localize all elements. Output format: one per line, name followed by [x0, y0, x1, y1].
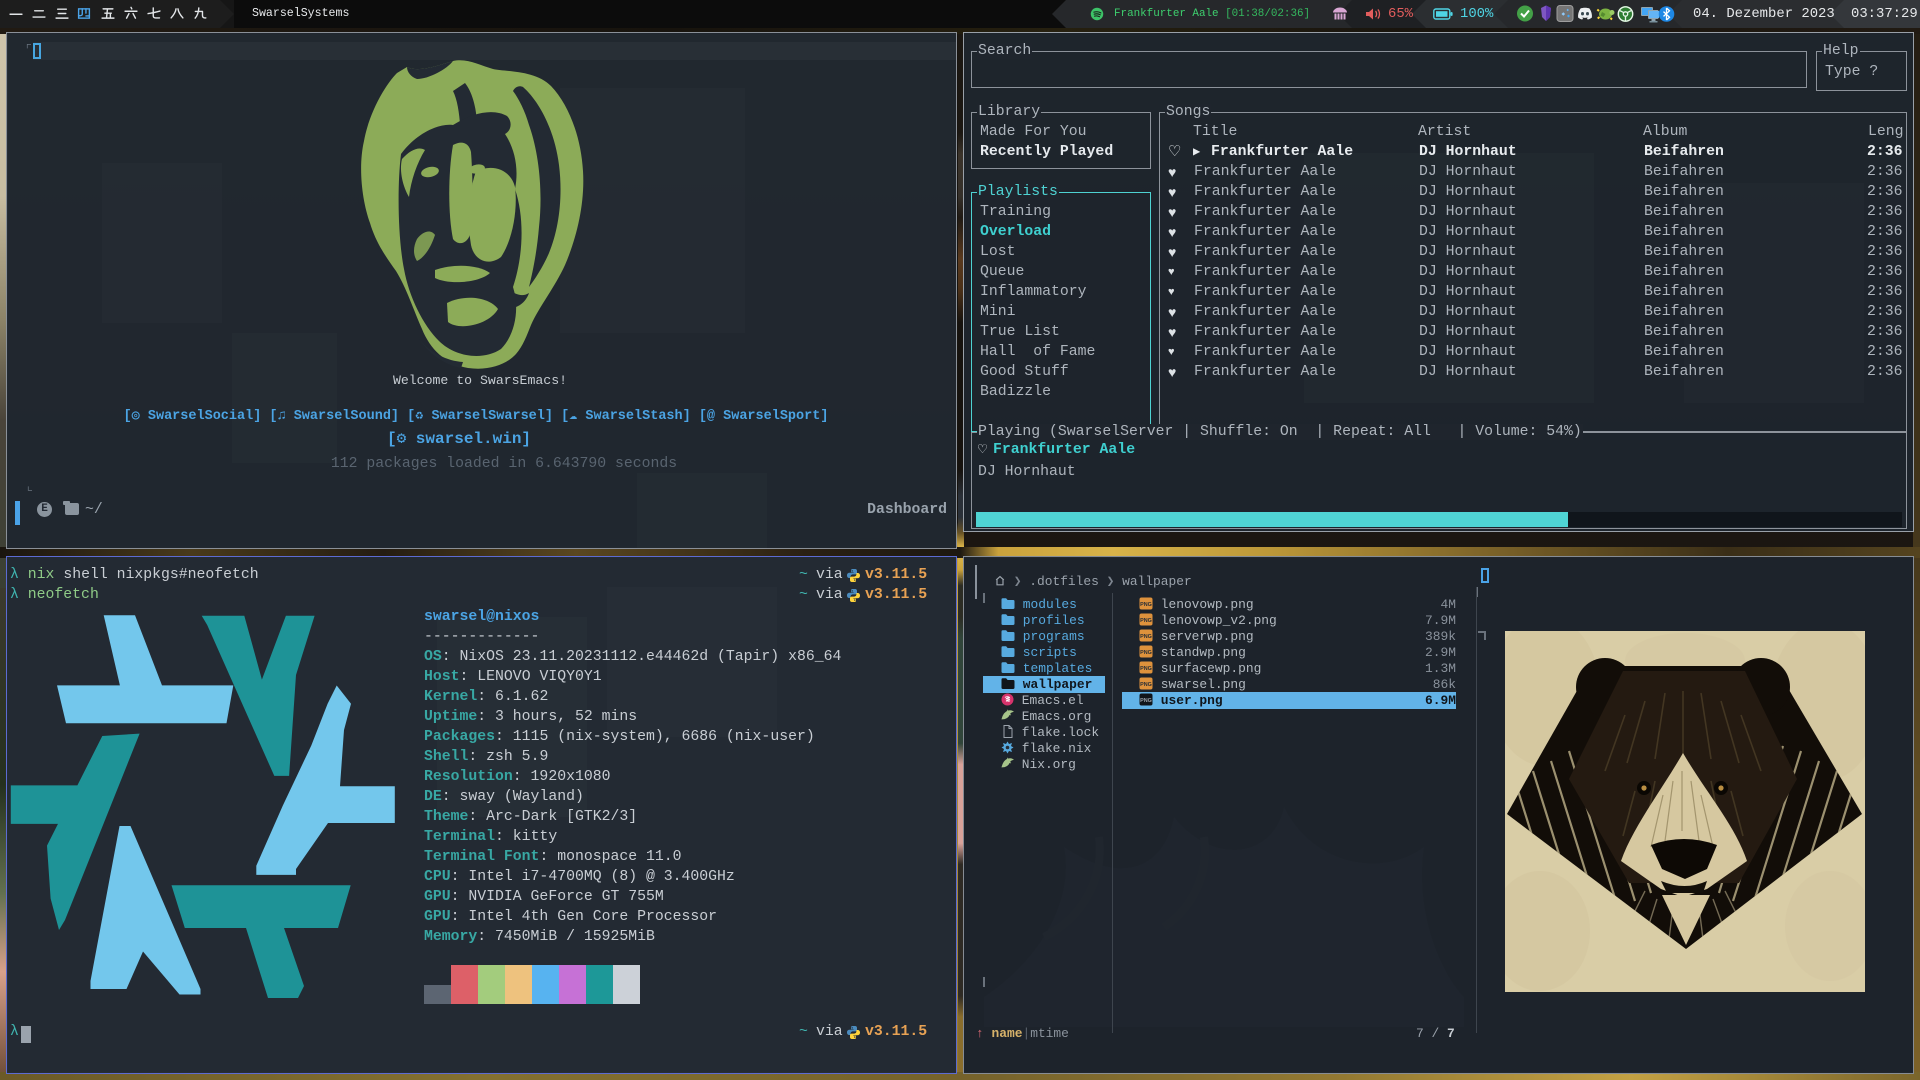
svg-text:PNG: PNG [1140, 602, 1152, 608]
svg-text:PNG: PNG [1140, 666, 1152, 672]
svg-text:PNG: PNG [1140, 618, 1152, 624]
svg-text:PNG: PNG [1140, 682, 1152, 688]
svg-text:PNG: PNG [1140, 650, 1152, 656]
svg-text:PNG: PNG [1140, 634, 1152, 640]
svg-text:PNG: PNG [1140, 698, 1152, 704]
